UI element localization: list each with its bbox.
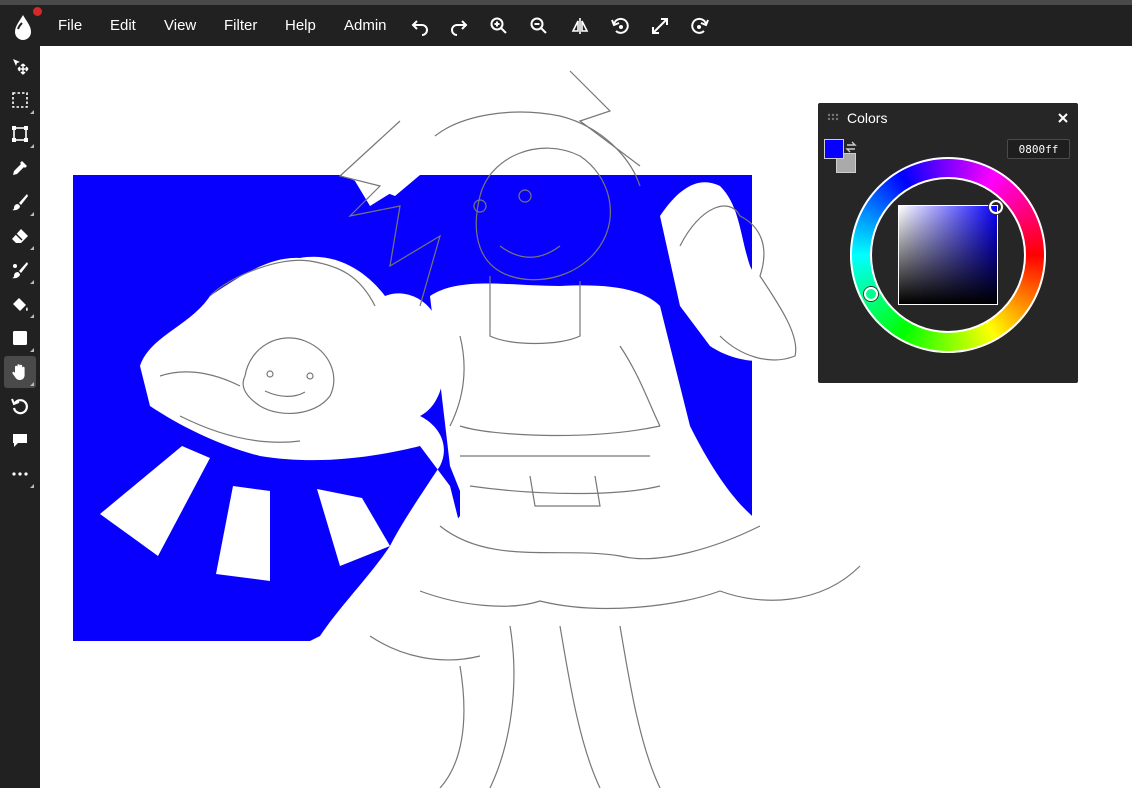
eyedropper-icon [13,161,27,175]
submenu-indicator [30,280,34,284]
swap-colors-icon[interactable] [844,140,858,154]
submenu-indicator [30,110,34,114]
colors-panel: Colors 0800ff [818,103,1078,383]
zoom-in-button[interactable] [487,14,511,38]
colors-panel-title: Colors [847,110,888,126]
submenu-indicator [30,212,34,216]
close-icon[interactable] [1056,111,1070,125]
zoom-out-button[interactable] [527,14,551,38]
redo-icon [451,20,468,36]
rotate-left-icon [611,17,629,34]
tool-sidebar [0,46,40,788]
paint-bucket-icon [13,298,28,311]
fullscreen-icon [652,18,668,34]
comment-tool[interactable] [4,424,36,456]
menu-admin[interactable]: Admin [344,5,387,46]
submenu-indicator [30,348,34,352]
saturation-value-square[interactable] [898,205,998,305]
speech-bubble-icon [13,434,27,447]
hex-color-input[interactable]: 0800ff [1007,139,1070,159]
rectangle-shape-icon [13,331,27,345]
menu-edit[interactable]: Edit [110,5,136,46]
more-dots-icon [12,472,28,476]
submenu-indicator [30,144,34,148]
eyedropper-tool[interactable] [4,152,36,184]
smudge-icon [12,262,28,279]
drag-grip-icon[interactable] [827,113,839,121]
transform-tool[interactable] [4,118,36,150]
menu-help[interactable]: Help [285,5,316,46]
zoom-in-icon [490,17,507,34]
foreground-color-swatch[interactable] [824,139,844,159]
hand-tool[interactable] [4,356,36,388]
submenu-indicator [30,484,34,488]
notification-dot [33,7,42,16]
rotate-tool[interactable] [4,390,36,422]
flip-button[interactable] [568,14,592,38]
menu-filter[interactable]: Filter [224,5,257,46]
menu-view[interactable]: View [164,5,196,46]
colors-panel-header[interactable]: Colors [818,103,1078,133]
rotate-right-icon [691,17,709,34]
eraser-tool[interactable] [4,220,36,252]
brush-icon [12,194,28,211]
transform-icon [12,126,28,142]
hand-icon [12,364,25,380]
hue-handle[interactable] [864,287,878,301]
marquee-select-icon [12,92,28,108]
select-tool[interactable] [4,84,36,116]
more-tools[interactable] [4,458,36,490]
menu-bar: File Edit View Filter Help Admin [0,5,1132,46]
move-icon [13,59,29,75]
flip-icon [571,18,589,34]
redo-button[interactable] [447,14,471,38]
zoom-out-icon [530,17,547,34]
move-tool[interactable] [4,50,36,82]
submenu-indicator [30,246,34,250]
fill-tool[interactable] [4,288,36,320]
brush-tool[interactable] [4,186,36,218]
submenu-indicator [30,382,34,386]
submenu-indicator [30,314,34,318]
rotate-left-button[interactable] [608,14,632,38]
eraser-icon [12,229,28,243]
rotate-icon [11,398,28,415]
shape-tool[interactable] [4,322,36,354]
menu-file[interactable]: File [58,5,82,46]
color-wheel[interactable] [850,157,1046,353]
rotate-right-button[interactable] [688,14,712,38]
saturation-value-handle[interactable] [989,200,1003,214]
fullscreen-button[interactable] [648,14,672,38]
smudge-tool[interactable] [4,254,36,286]
undo-button[interactable] [408,14,432,38]
app-logo[interactable] [9,7,42,43]
undo-icon [411,20,428,36]
